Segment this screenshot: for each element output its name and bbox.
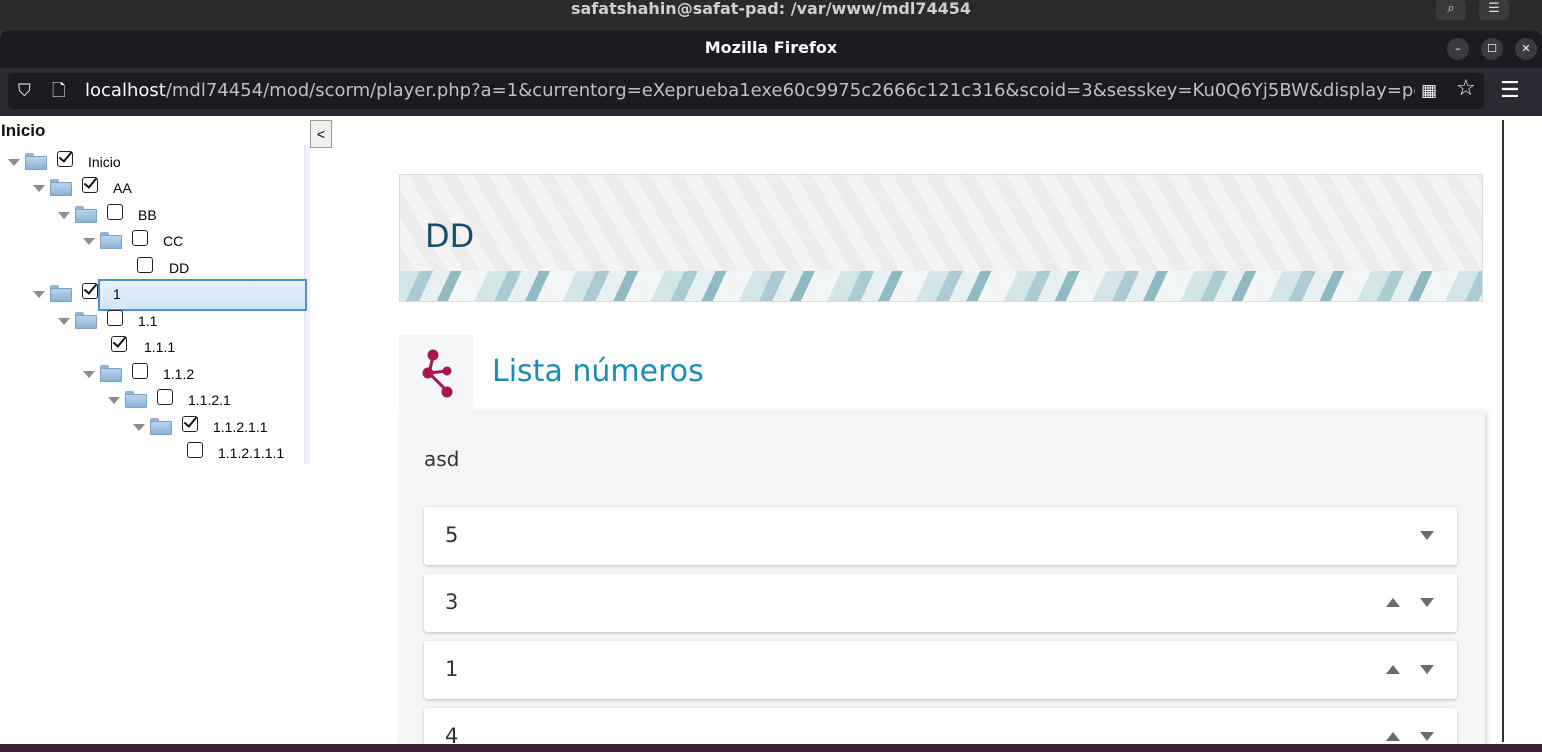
- page-info-icon[interactable]: 🗋: [52, 81, 66, 101]
- window-titlebar: Mozilla Firefox – ☐ ✕: [0, 30, 1542, 68]
- incomplete-checkbox: [107, 310, 123, 326]
- incomplete-checkbox: [137, 257, 153, 273]
- chevron-down-icon[interactable]: [33, 185, 45, 192]
- toc-node-label: 1.1.2.1: [188, 392, 231, 408]
- toc-node-label: Inicio: [88, 154, 121, 170]
- shield-icon[interactable]: ⛉: [18, 81, 31, 101]
- toc-node-label: BB: [138, 207, 157, 223]
- maximize-button[interactable]: ☐: [1481, 38, 1503, 60]
- page-content: Inicio < Inicio AA BB CC DD 1 1.1 1.1.1 …: [0, 116, 1542, 744]
- completed-checkbox: [111, 336, 127, 352]
- minimize-button[interactable]: –: [1447, 38, 1469, 60]
- incomplete-checkbox: [132, 363, 148, 379]
- url-bar[interactable]: ⛉ 🗋 localhost/mdl74454/mod/scorm/player.…: [8, 73, 1484, 109]
- toc-node-label: 1.1: [138, 313, 158, 329]
- url-host: localhost: [85, 80, 166, 101]
- window-title: Mozilla Firefox: [704, 38, 838, 57]
- incomplete-checkbox: [187, 442, 203, 458]
- terminal-title: safatshahin@safat-pad: /var/www/mdl74454: [570, 0, 971, 18]
- folder-icon: [100, 232, 122, 249]
- banner-decoration: [400, 271, 1482, 301]
- scorm-toc: Inicio < Inicio AA BB CC DD 1 1.1 1.1.1 …: [0, 116, 336, 744]
- share-nodes-icon: [422, 349, 453, 398]
- qr-code-icon[interactable]: ▦: [1421, 81, 1437, 101]
- sortable-item[interactable]: 4: [424, 708, 1457, 744]
- folder-icon: [50, 179, 72, 196]
- toc-node-label: DD: [169, 260, 190, 276]
- app-menu-icon[interactable]: ☰: [1500, 78, 1520, 104]
- close-button[interactable]: ✕: [1515, 38, 1537, 60]
- toc-collapse-button[interactable]: <: [310, 120, 332, 148]
- firefox-window: Mozilla Firefox – ☐ ✕ ⛉ 🗋 localhost/mdl7…: [0, 30, 1542, 744]
- search-icon[interactable]: ⌕: [1436, 0, 1466, 20]
- chevron-down-icon[interactable]: [108, 397, 120, 404]
- folder-icon: [100, 365, 122, 382]
- completed-checkbox: [82, 283, 98, 299]
- move-down-icon[interactable]: [1420, 665, 1434, 674]
- chevron-down-icon[interactable]: [58, 318, 70, 325]
- chevron-down-icon[interactable]: [83, 238, 95, 245]
- system-top-bar: safatshahin@safat-pad: /var/www/mdl74454…: [0, 0, 1542, 30]
- content-scrollbar[interactable]: [1502, 120, 1504, 742]
- toc-node-label: AA: [113, 180, 132, 196]
- move-up-icon[interactable]: [1386, 665, 1400, 674]
- toc-node-label: 1.1.1: [144, 339, 176, 355]
- question-text: asd: [424, 447, 460, 471]
- folder-icon: [75, 206, 97, 223]
- folder-icon: [75, 312, 97, 329]
- chevron-down-icon[interactable]: [83, 371, 95, 378]
- completed-checkbox: [82, 177, 98, 193]
- item-value: 3: [445, 590, 459, 614]
- toc-node-label: 1: [113, 286, 121, 302]
- desktop-dock-strip: [0, 744, 1542, 752]
- completed-checkbox: [57, 151, 73, 167]
- chevron-down-icon[interactable]: [33, 291, 45, 298]
- folder-icon: [150, 418, 172, 435]
- chevron-down-icon[interactable]: [8, 159, 20, 166]
- toc-heading: Inicio: [1, 121, 46, 140]
- sortable-item[interactable]: 1: [424, 641, 1457, 699]
- chevron-down-icon[interactable]: [133, 424, 145, 431]
- move-up-icon[interactable]: [1386, 732, 1400, 741]
- question-title: Lista números: [492, 354, 704, 389]
- toc-node-label: 1.1.2.1.1.1: [218, 445, 285, 461]
- menu-icon[interactable]: ☰: [1479, 0, 1509, 20]
- url-text[interactable]: localhost/mdl74454/mod/scorm/player.php?…: [85, 73, 1415, 109]
- bookmark-star-icon[interactable]: ☆: [1456, 78, 1476, 100]
- toc-node-label: 1.1.2: [163, 366, 195, 382]
- toc-selection-highlight: [98, 279, 307, 311]
- folder-icon: [25, 153, 47, 170]
- toc-node-label: 1.1.2.1.1: [213, 419, 268, 435]
- sortable-item[interactable]: 3: [424, 574, 1457, 632]
- url-path: /mdl74454/mod/scorm/player.php?a=1&curre…: [165, 80, 1415, 101]
- sortable-item[interactable]: 5: [424, 507, 1457, 565]
- question-icon-tab: [399, 335, 473, 411]
- item-value: 1: [445, 657, 459, 681]
- move-up-icon[interactable]: [1386, 598, 1400, 607]
- item-value: 4: [445, 724, 459, 744]
- incomplete-checkbox: [157, 389, 173, 405]
- page-header-banner: DD: [399, 174, 1483, 302]
- move-down-icon[interactable]: [1420, 732, 1434, 741]
- toc-node-label: CC: [163, 233, 184, 249]
- page-title: DD: [425, 217, 475, 255]
- chevron-down-icon[interactable]: [58, 212, 70, 219]
- folder-icon: [50, 285, 72, 302]
- incomplete-checkbox: [132, 230, 148, 246]
- navigation-bar: ⛉ 🗋 localhost/mdl74454/mod/scorm/player.…: [0, 68, 1542, 116]
- item-value: 5: [445, 523, 459, 547]
- move-down-icon[interactable]: [1420, 598, 1434, 607]
- incomplete-checkbox: [107, 204, 123, 220]
- move-down-icon[interactable]: [1420, 531, 1434, 540]
- folder-icon: [125, 391, 147, 408]
- completed-checkbox: [182, 416, 198, 432]
